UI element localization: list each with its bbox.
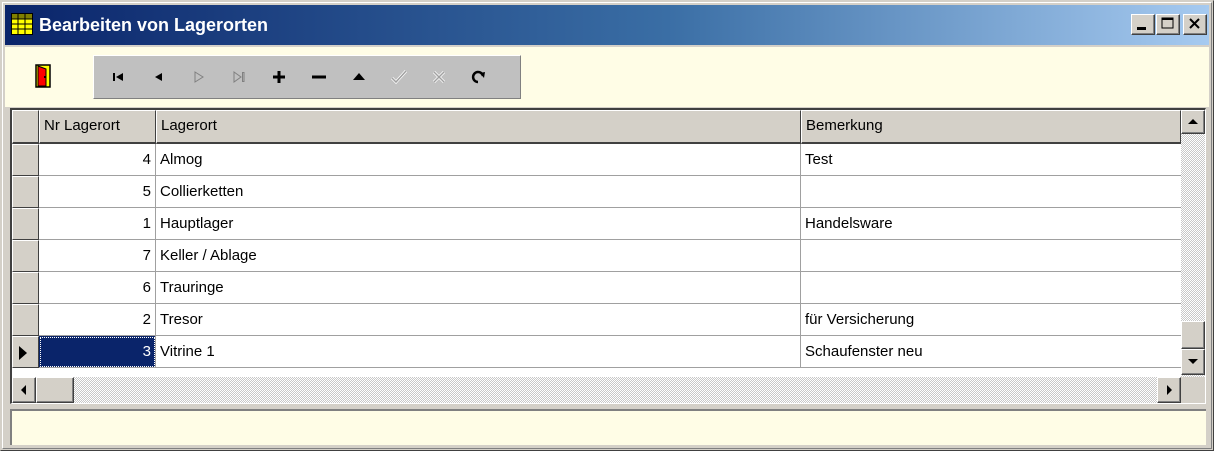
cell-bemerkung[interactable]	[801, 240, 1181, 272]
arrow-up-icon	[1188, 119, 1198, 124]
cell-bemerkung[interactable]	[801, 272, 1181, 304]
current-row-arrow-icon	[19, 346, 27, 360]
cell-lagerort[interactable]: Tresor	[156, 304, 801, 336]
record-navigator	[93, 55, 521, 99]
post-record-button[interactable]	[386, 64, 412, 90]
scrollbar-corner	[1181, 377, 1205, 403]
scroll-right-button[interactable]	[1157, 377, 1181, 403]
next-record-icon	[194, 71, 204, 83]
exit-button[interactable]	[35, 64, 51, 88]
row-indicator-current[interactable]	[12, 336, 39, 368]
cell-nr-lagerort[interactable]: 4	[39, 144, 156, 176]
cell-bemerkung[interactable]: für Versicherung	[801, 304, 1181, 336]
vertical-scrollbar[interactable]	[1181, 110, 1205, 377]
data-grid-frame: Nr Lagerort Lagerort Bemerkung 4 Almog T…	[10, 108, 1206, 404]
edit-record-icon	[353, 73, 365, 80]
column-header-nr-lagerort[interactable]: Nr Lagerort	[39, 110, 156, 144]
cell-bemerkung[interactable]	[801, 176, 1181, 208]
cell-bemerkung[interactable]: Schaufenster neu	[801, 336, 1181, 368]
horizontal-scroll-thumb[interactable]	[36, 377, 74, 403]
scroll-up-button[interactable]	[1181, 110, 1205, 134]
cell-nr-lagerort[interactable]: 1	[39, 208, 156, 240]
row-indicator[interactable]	[12, 208, 39, 240]
grid-header: Nr Lagerort Lagerort Bemerkung	[12, 110, 1181, 144]
prior-record-icon	[155, 73, 162, 81]
cell-lagerort[interactable]: Hauptlager	[156, 208, 801, 240]
cell-lagerort[interactable]: Trauringe	[156, 272, 801, 304]
refresh-icon	[471, 70, 485, 84]
cell-lagerort[interactable]: Keller / Ablage	[156, 240, 801, 272]
toolbar	[5, 47, 1209, 107]
next-record-button[interactable]	[186, 64, 212, 90]
post-record-icon	[390, 69, 408, 85]
arrow-left-icon	[21, 385, 26, 395]
exit-door-icon	[35, 64, 51, 88]
prior-record-button[interactable]	[146, 64, 172, 90]
row-indicator[interactable]	[12, 272, 39, 304]
scroll-down-button[interactable]	[1181, 349, 1205, 375]
window-title: Bearbeiten von Lagerorten	[39, 15, 269, 35]
insert-record-icon	[273, 71, 285, 83]
cell-nr-lagerort-selected[interactable]: 3	[39, 336, 156, 368]
column-header-bemerkung[interactable]: Bemerkung	[801, 110, 1181, 144]
close-button[interactable]	[1183, 14, 1207, 35]
table-row[interactable]: 5 Collierketten	[12, 176, 1181, 208]
row-indicator[interactable]	[12, 176, 39, 208]
data-grid: Nr Lagerort Lagerort Bemerkung 4 Almog T…	[12, 110, 1181, 377]
table-grid-icon	[11, 13, 33, 35]
first-record-icon	[113, 73, 123, 81]
detail-panel	[10, 409, 1206, 445]
main-window: Bearbeiten von Lagerorten Nr Lagerort La…	[0, 0, 1214, 451]
column-header-lagerort[interactable]: Lagerort	[156, 110, 801, 144]
cell-bemerkung[interactable]: Handelsware	[801, 208, 1181, 240]
maximize-icon	[1161, 17, 1174, 29]
header-indicator-cell	[12, 110, 39, 144]
edit-record-button[interactable]	[346, 64, 372, 90]
table-row[interactable]: 6 Trauringe	[12, 272, 1181, 304]
last-record-icon	[233, 71, 245, 83]
insert-record-button[interactable]	[266, 64, 292, 90]
delete-record-icon	[312, 75, 326, 79]
horizontal-scrollbar[interactable]	[12, 377, 1181, 403]
refresh-button[interactable]	[466, 64, 492, 90]
cell-lagerort[interactable]: Vitrine 1	[156, 336, 801, 368]
table-row[interactable]: 7 Keller / Ablage	[12, 240, 1181, 272]
arrow-down-icon	[1188, 359, 1198, 364]
delete-record-button[interactable]	[306, 64, 332, 90]
title-bar[interactable]: Bearbeiten von Lagerorten	[5, 5, 1209, 45]
row-indicator[interactable]	[12, 240, 39, 272]
first-record-button[interactable]	[106, 64, 132, 90]
cancel-record-icon	[432, 70, 446, 84]
cell-nr-lagerort[interactable]: 5	[39, 176, 156, 208]
vertical-scroll-thumb[interactable]	[1181, 321, 1205, 349]
last-record-button[interactable]	[226, 64, 252, 90]
table-row[interactable]: 2 Tresor für Versicherung	[12, 304, 1181, 336]
arrow-right-icon	[1167, 385, 1172, 395]
cell-nr-lagerort[interactable]: 6	[39, 272, 156, 304]
cell-bemerkung[interactable]: Test	[801, 144, 1181, 176]
cell-nr-lagerort[interactable]: 2	[39, 304, 156, 336]
maximize-button[interactable]	[1156, 14, 1180, 35]
cell-lagerort[interactable]: Almog	[156, 144, 801, 176]
scroll-left-button[interactable]	[12, 377, 36, 403]
cancel-record-button[interactable]	[426, 64, 452, 90]
row-indicator[interactable]	[12, 144, 39, 176]
table-row-selected[interactable]: 3 Vitrine 1 Schaufenster neu	[12, 336, 1181, 368]
table-row[interactable]: 1 Hauptlager Handelsware	[12, 208, 1181, 240]
table-row[interactable]: 4 Almog Test	[12, 144, 1181, 176]
minimize-icon	[1137, 27, 1146, 30]
cell-lagerort[interactable]: Collierketten	[156, 176, 801, 208]
minimize-button[interactable]	[1131, 14, 1155, 35]
cell-nr-lagerort[interactable]: 7	[39, 240, 156, 272]
row-indicator[interactable]	[12, 304, 39, 336]
close-icon	[1189, 18, 1200, 29]
